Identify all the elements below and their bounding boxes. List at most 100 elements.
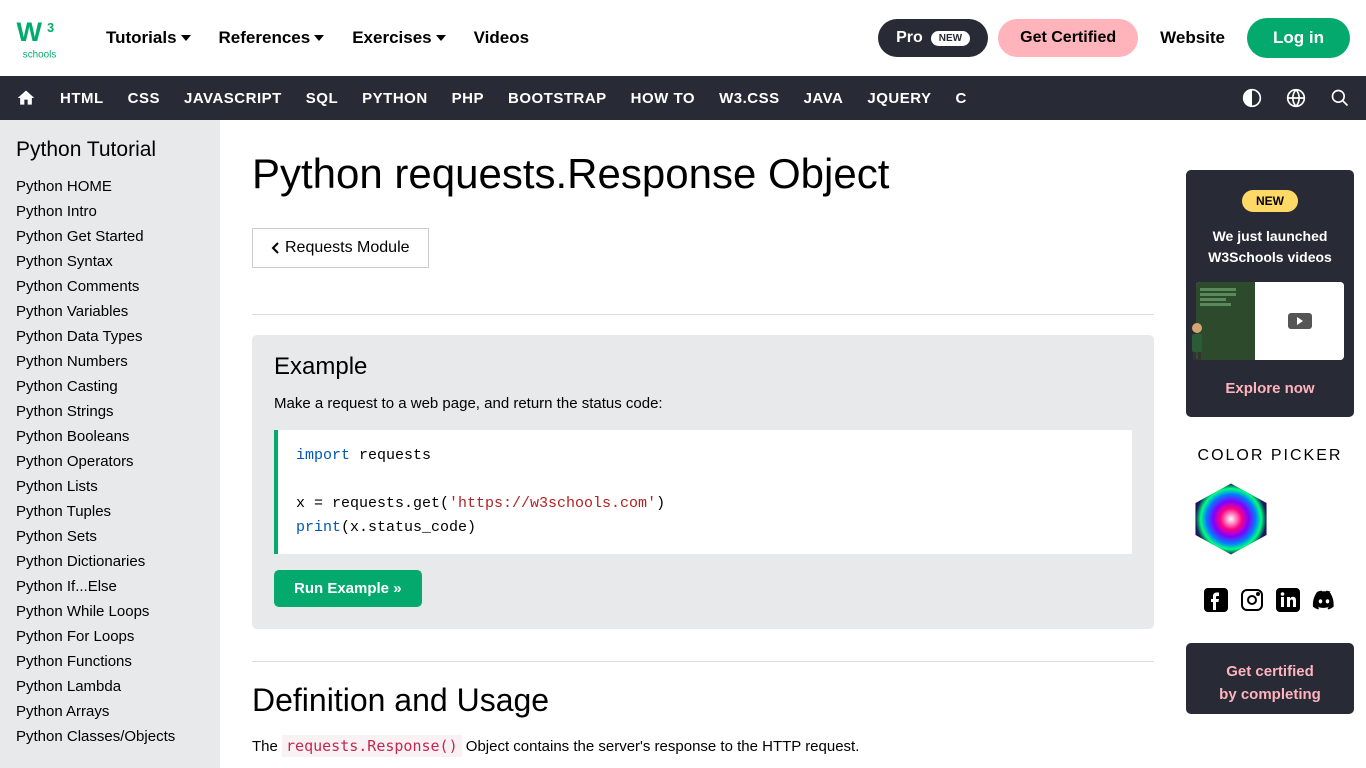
second-nav: HTML CSS JAVASCRIPT SQL PYTHON PHP BOOTS… [0,76,1366,120]
sidebar-link[interactable]: Python Sets [16,524,220,549]
website-link[interactable]: Website [1148,28,1237,48]
divider [252,314,1154,315]
sidebar-link[interactable]: Python Syntax [16,249,220,274]
caret-down-icon [436,35,446,41]
sidebar-link[interactable]: Python Data Types [16,324,220,349]
avatar-icon [1186,320,1208,360]
globe-icon[interactable] [1286,88,1306,108]
code-keyword: import [296,447,350,464]
sidebar: Python Tutorial Python HOME Python Intro… [0,120,220,768]
home-icon[interactable] [16,88,36,108]
sidebar-link[interactable]: Python Booleans [16,424,220,449]
svg-text:W: W [17,17,43,47]
sidebar-link[interactable]: Python Casting [16,374,220,399]
sidebar-link[interactable]: Python Variables [16,299,220,324]
sidebar-link[interactable]: Python Dictionaries [16,549,220,574]
sidebar-link[interactable]: Python Comments [16,274,220,299]
code-keyword: print [296,519,341,536]
code-text: x = requests.get( [296,495,449,512]
discord-icon[interactable] [1311,587,1337,613]
example-heading: Example [274,353,1132,381]
definition-text: The requests.Response() Object contains … [252,735,1154,759]
sidebar-title: Python Tutorial [16,138,220,162]
social-icons [1186,587,1354,613]
def-post: Object contains the server's response to… [462,738,860,755]
promo-box: NEW We just launchedW3Schools videos Exp… [1186,170,1354,417]
breadcrumb-button[interactable]: Requests Module [252,228,429,268]
sidebar-link[interactable]: Python Tuples [16,499,220,524]
code-block: import requests x = requests.get('https:… [274,430,1132,554]
nav-exercises[interactable]: Exercises [352,28,445,48]
pro-button[interactable]: ProNEW [878,19,988,57]
sidebar-link[interactable]: Python While Loops [16,599,220,624]
cert-text: Get certifiedby completing [1196,661,1344,706]
sidebar-link[interactable]: Python Lambda [16,674,220,699]
definition-heading: Definition and Usage [252,682,1154,719]
new-badge: NEW [931,31,970,46]
sidebar-link[interactable]: Python Classes/Objects [16,724,220,749]
svg-text:schools: schools [23,49,57,60]
def-pre: The [252,738,282,755]
sidebar-link[interactable]: Python Get Started [16,224,220,249]
chevron-left-icon [271,242,279,254]
nav-w3css[interactable]: W3.CSS [719,90,780,107]
topnav-left: Tutorials References Exercises Videos [106,28,529,48]
sidebar-link[interactable]: Python Numbers [16,349,220,374]
sidebar-link[interactable]: Python Strings [16,399,220,424]
divider [252,661,1154,662]
nav-sql[interactable]: SQL [306,90,338,107]
nav-bootstrap[interactable]: BOOTSTRAP [508,90,607,107]
promo-video[interactable] [1196,282,1344,360]
sidebar-link[interactable]: Python Operators [16,449,220,474]
nav-javascript[interactable]: JAVASCRIPT [184,90,282,107]
nav-references[interactable]: References [219,28,325,48]
nav-css[interactable]: CSS [128,90,160,107]
search-icon[interactable] [1330,88,1350,108]
nav-jquery[interactable]: JQUERY [867,90,931,107]
code-text: (x.status_code) [341,519,476,536]
def-code: requests.Response() [282,735,462,757]
logo[interactable]: W3 schools [16,13,76,63]
explore-link[interactable]: Explore now [1225,380,1314,397]
nav-howto[interactable]: HOW TO [631,90,695,107]
promo-text: We just launchedW3Schools videos [1196,226,1344,268]
darkmode-icon[interactable] [1242,88,1262,108]
colorpicker-icon[interactable] [1186,479,1276,559]
top-nav: W3 schools Tutorials References Exercises… [0,0,1366,76]
sidebar-link[interactable]: Python HOME [16,174,220,199]
page-title: Python requests.Response Object [252,150,1154,198]
sidebar-link[interactable]: Python Arrays [16,699,220,724]
nav-php[interactable]: PHP [452,90,484,107]
nav-java[interactable]: JAVA [804,90,844,107]
nav-c[interactable]: C [956,90,967,107]
instagram-icon[interactable] [1239,587,1265,613]
login-button[interactable]: Log in [1247,18,1350,58]
nav-html[interactable]: HTML [60,90,104,107]
sidebar-link[interactable]: Python Functions [16,649,220,674]
linkedin-icon[interactable] [1275,587,1301,613]
nav-videos[interactable]: Videos [474,28,529,48]
run-example-button[interactable]: Run Example » [274,570,422,607]
right-panel: NEW We just launchedW3Schools videos Exp… [1174,120,1366,768]
nav-tutorials[interactable]: Tutorials [106,28,191,48]
code-string: 'https://w3schools.com' [449,495,656,512]
sidebar-link[interactable]: Python If...Else [16,574,220,599]
breadcrumb-label: Requests Module [285,239,410,257]
svg-text:3: 3 [47,21,54,35]
caret-down-icon [314,35,324,41]
code-text: requests [350,447,431,464]
facebook-icon[interactable] [1203,587,1229,613]
promo-new-badge: NEW [1242,190,1298,212]
nav-python[interactable]: PYTHON [362,90,428,107]
caret-down-icon [181,35,191,41]
play-icon [1288,313,1312,329]
sidebar-link[interactable]: Python Intro [16,199,220,224]
secondnav-right [1242,88,1350,108]
sidebar-link[interactable]: Python For Loops [16,624,220,649]
certified-button[interactable]: Get Certified [998,19,1138,57]
example-desc: Make a request to a web page, and return… [274,395,1132,412]
cert-box[interactable]: Get certifiedby completing [1186,643,1354,714]
container: Python Tutorial Python HOME Python Intro… [0,120,1366,768]
colorpicker-title: COLOR PICKER [1186,447,1354,465]
sidebar-link[interactable]: Python Lists [16,474,220,499]
